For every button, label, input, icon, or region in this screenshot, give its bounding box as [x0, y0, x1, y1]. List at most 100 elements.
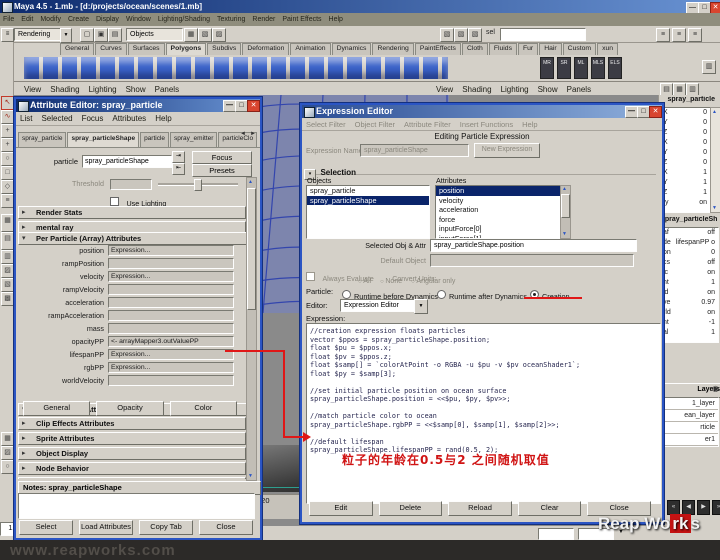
ee-footer-button[interactable]: Clear: [518, 501, 582, 516]
layer-list[interactable]: 1_layerean_layerrticleer1: [659, 397, 719, 447]
layer-editor-header[interactable]: Layers: [659, 383, 720, 398]
menu-item[interactable]: Lighting/Shading: [155, 16, 213, 23]
ee-close-button[interactable]: ✕: [649, 106, 662, 118]
new-expression-button[interactable]: New Expression: [474, 143, 540, 158]
pin-node-icon[interactable]: ⇥: [172, 151, 185, 163]
attribute-list-item[interactable]: acceleration: [436, 205, 560, 215]
convert-units-radio[interactable]: None: [380, 278, 402, 285]
row-value[interactable]: [108, 310, 234, 321]
presets-button[interactable]: Presets: [192, 164, 252, 177]
expression-name-field[interactable]: spray_particleShape: [360, 144, 469, 157]
ee-footer-button[interactable]: Reload: [448, 501, 512, 516]
attribute-list-item[interactable]: force: [436, 215, 560, 225]
mentalray-shelf-icon[interactable]: SR: [557, 57, 571, 79]
row-value[interactable]: 1: [703, 168, 707, 178]
channelbox-transform-list[interactable]: X0Y0Z0X0Y0Z0X1Y1Z1tyon: [659, 107, 711, 213]
ae-footer-button[interactable]: Select: [19, 520, 73, 535]
panel-menu-item[interactable]: Shading: [46, 85, 83, 94]
ae-menu-item[interactable]: Attributes: [108, 114, 150, 123]
open-scene-icon[interactable]: ▣: [94, 28, 108, 42]
ae-close-button[interactable]: ✕: [247, 100, 260, 112]
row-value[interactable]: on: [707, 308, 715, 318]
menu-set-selector[interactable]: Rendering: [14, 28, 65, 41]
layer-item[interactable]: rticle: [660, 422, 718, 434]
ee-menu-item[interactable]: Select Filter: [302, 120, 350, 129]
shelf-tab[interactable]: Hair: [539, 43, 561, 56]
add-dynamic-button[interactable]: General: [23, 401, 90, 416]
row-value[interactable]: [108, 284, 234, 295]
attribute-list-item[interactable]: velocity: [436, 196, 560, 206]
shelf-tab[interactable]: Animation: [290, 43, 330, 56]
shelf-tab[interactable]: PaintEffects: [415, 43, 461, 56]
editor-combo-dropdown-icon[interactable]: ▼: [414, 299, 428, 314]
row-value[interactable]: lifespanPP o: [676, 238, 715, 248]
scroll-up-icon[interactable]: ▲: [247, 178, 254, 186]
scroll-down-icon[interactable]: ▼: [247, 472, 254, 480]
section-header[interactable]: Object Display: [18, 447, 246, 460]
row-value[interactable]: 1: [711, 278, 715, 288]
menu-item[interactable]: Paint Effects: [279, 16, 324, 23]
shelf-tab[interactable]: General: [60, 43, 94, 56]
row-value[interactable]: Expression...: [108, 362, 234, 373]
tab-right-icon[interactable]: ►: [250, 131, 256, 137]
ae-node-tab[interactable]: spray_particleShape: [67, 132, 139, 147]
layer-item[interactable]: ean_layer: [660, 410, 718, 422]
ae-footer-button[interactable]: Copy Tab: [139, 520, 193, 535]
rewind-icon[interactable]: «: [667, 500, 680, 515]
layer-item[interactable]: er1: [660, 434, 718, 446]
panel-menu-item[interactable]: View: [432, 85, 457, 94]
node-name-field[interactable]: spray_particleShape: [82, 155, 172, 168]
always-evaluate-checkbox[interactable]: [306, 272, 315, 281]
show-channelbox-icon[interactable]: ≡: [656, 28, 670, 42]
render-slate-icon-1[interactable]: ▧: [440, 28, 454, 42]
ae-footer-button[interactable]: Load Attributes: [79, 520, 133, 535]
section-header[interactable]: Extra Attributes: [18, 477, 246, 479]
ae-scrollbar[interactable]: ▲ ▼: [246, 177, 257, 481]
panel-menu-item[interactable]: Lighting: [85, 85, 121, 94]
runtime-after-radio[interactable]: Runtime after Dynamics: [437, 286, 527, 304]
panel-menu-item[interactable]: View: [20, 85, 45, 94]
render-slate-icon-2[interactable]: ▧: [454, 28, 468, 42]
attribute-list-item[interactable]: position: [436, 186, 560, 196]
row-value[interactable]: [108, 297, 234, 308]
trash-icon[interactable]: ▥: [702, 60, 716, 74]
row-value[interactable]: 0: [703, 158, 707, 168]
show-list-icon[interactable]: ⇤: [172, 163, 185, 175]
row-value[interactable]: 1: [703, 188, 707, 198]
row-value[interactable]: 1: [703, 178, 707, 188]
ae-menu-item[interactable]: List: [16, 114, 36, 123]
menu-item[interactable]: Edit: [18, 16, 36, 23]
menu-item[interactable]: Window: [123, 16, 154, 23]
menu-item[interactable]: File: [0, 16, 17, 23]
ae-scrollbar-thumb[interactable]: [247, 188, 256, 310]
shelf-tab[interactable]: Fluids: [489, 43, 517, 56]
mentalray-shelf-icon[interactable]: ML: [574, 57, 588, 79]
focus-button[interactable]: Focus: [192, 151, 252, 164]
default-object-field[interactable]: [430, 254, 634, 267]
snap-point-icon[interactable]: ▨: [212, 28, 226, 42]
ae-footer-button[interactable]: Close: [199, 520, 253, 535]
shelf-tab[interactable]: Polygons: [166, 43, 207, 56]
shelf-tab[interactable]: Dynamics: [332, 43, 372, 56]
ae-menu-item[interactable]: Selected: [37, 114, 76, 123]
menu-item[interactable]: Modify: [37, 16, 64, 23]
ee-footer-button[interactable]: Delete: [379, 501, 443, 516]
menu-item[interactable]: Help: [326, 16, 346, 23]
threshold-field[interactable]: [110, 179, 152, 190]
ee-menu-item[interactable]: Help: [518, 120, 541, 129]
quick-select-input[interactable]: [500, 28, 586, 41]
row-value[interactable]: <- arrayMapper3.outValuePP: [108, 336, 234, 347]
mentalray-shelf-icon[interactable]: MLS: [591, 57, 605, 79]
attribute-editor-title-bar[interactable]: Attribute Editor: spray_particle — □ ✕: [16, 99, 260, 112]
scroll-up-icon[interactable]: ▲: [561, 186, 568, 193]
scroll-down-icon[interactable]: ▼: [561, 231, 568, 238]
expression-editor-title-bar[interactable]: Expression Editor — □ ✕: [302, 105, 662, 118]
ae-menu-item[interactable]: Focus: [78, 114, 108, 123]
object-list-item[interactable]: spray_particle: [307, 186, 429, 196]
mentalray-shelf-icon[interactable]: ELS: [608, 57, 622, 79]
use-lighting-checkbox[interactable]: [110, 197, 119, 206]
shelf-tab[interactable]: xun: [597, 43, 618, 56]
shelf-tab[interactable]: Curves: [95, 43, 127, 56]
row-value[interactable]: 0: [711, 248, 715, 258]
ee-menu-item[interactable]: Object Filter: [351, 120, 399, 129]
